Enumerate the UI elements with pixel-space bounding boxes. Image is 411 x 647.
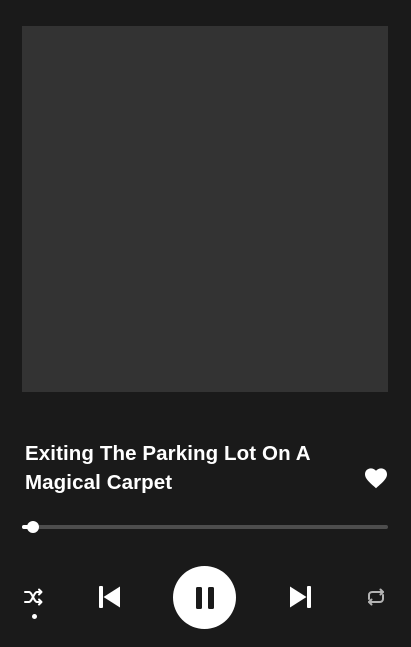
repeat-icon bbox=[368, 588, 384, 606]
pause-icon bbox=[195, 586, 214, 609]
progress-track bbox=[22, 525, 388, 529]
next-track-button[interactable] bbox=[286, 582, 316, 612]
album-artwork bbox=[22, 26, 388, 392]
previous-track-button[interactable] bbox=[94, 582, 124, 612]
progress-thumb[interactable] bbox=[27, 521, 40, 533]
shuffle-active-indicator bbox=[32, 614, 37, 619]
play-pause-button[interactable] bbox=[173, 566, 236, 629]
skip-previous-icon bbox=[99, 586, 120, 608]
like-button[interactable] bbox=[362, 465, 390, 491]
skip-next-icon bbox=[290, 586, 311, 608]
shuffle-icon bbox=[24, 588, 43, 606]
repeat-button[interactable] bbox=[362, 584, 390, 610]
track-title: Exiting The Parking Lot On A Magical Car… bbox=[25, 442, 310, 494]
now-playing-screen: Exiting The Parking Lot On A Magical Car… bbox=[0, 0, 411, 647]
heart-icon bbox=[365, 468, 387, 489]
progress-slider[interactable] bbox=[22, 519, 388, 535]
shuffle-button[interactable] bbox=[20, 584, 48, 610]
